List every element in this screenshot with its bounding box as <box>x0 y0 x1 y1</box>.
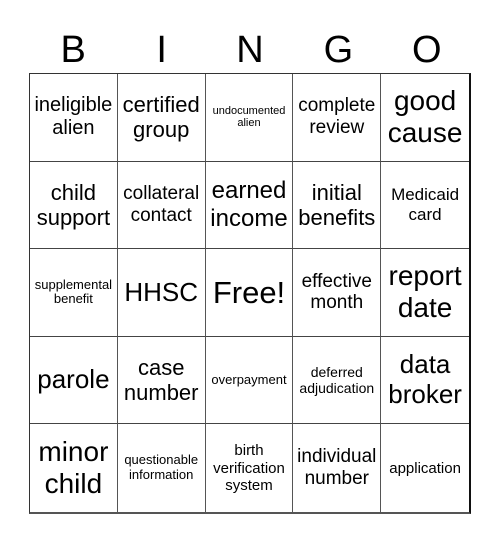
bingo-cell[interactable]: HHSC <box>117 249 206 337</box>
bingo-cell[interactable]: case number <box>117 336 206 425</box>
bingo-header: B I N G O <box>29 28 471 73</box>
bingo-cell[interactable]: Medicaid card <box>381 162 469 250</box>
header-letter-o: O <box>412 29 442 71</box>
bingo-cell[interactable]: initial benefits <box>293 161 382 250</box>
bingo-cell[interactable]: supplemental benefit <box>30 249 118 337</box>
bingo-cell[interactable]: data broker <box>381 337 469 425</box>
bingo-cell[interactable]: individual number <box>293 424 382 512</box>
bingo-cell[interactable]: child support <box>30 161 118 250</box>
bingo-cell[interactable]: effective month <box>293 249 382 337</box>
bingo-cell[interactable]: parole <box>30 336 118 425</box>
bingo-cell[interactable]: earned income <box>205 161 294 250</box>
bingo-cell[interactable]: report date <box>381 249 469 337</box>
bingo-cell[interactable]: ineligible alien <box>30 74 118 162</box>
bingo-cell[interactable]: certified group <box>117 74 206 162</box>
bingo-cell[interactable]: deferred adjudication <box>293 336 382 425</box>
free-space[interactable]: Free! <box>205 249 294 337</box>
bingo-cell[interactable]: application <box>381 424 469 512</box>
bingo-cell[interactable]: questionable information <box>118 424 206 512</box>
bingo-grid: ineligible alien certified group undocum… <box>29 73 471 514</box>
bingo-cell[interactable]: complete review <box>293 74 382 162</box>
header-letter-b: B <box>60 29 86 71</box>
bingo-cell[interactable]: overpayment <box>205 336 294 425</box>
bingo-cell[interactable]: good cause <box>381 74 469 162</box>
bingo-cell[interactable]: undocumented alien <box>205 74 294 162</box>
header-letter-g: G <box>323 29 354 71</box>
header-letter-n: N <box>236 29 264 71</box>
bingo-cell[interactable]: minor child <box>30 424 118 512</box>
bingo-cell[interactable]: birth verification system <box>206 424 294 512</box>
bingo-cell[interactable]: collateral contact <box>117 161 206 250</box>
header-letter-i: I <box>156 29 167 71</box>
